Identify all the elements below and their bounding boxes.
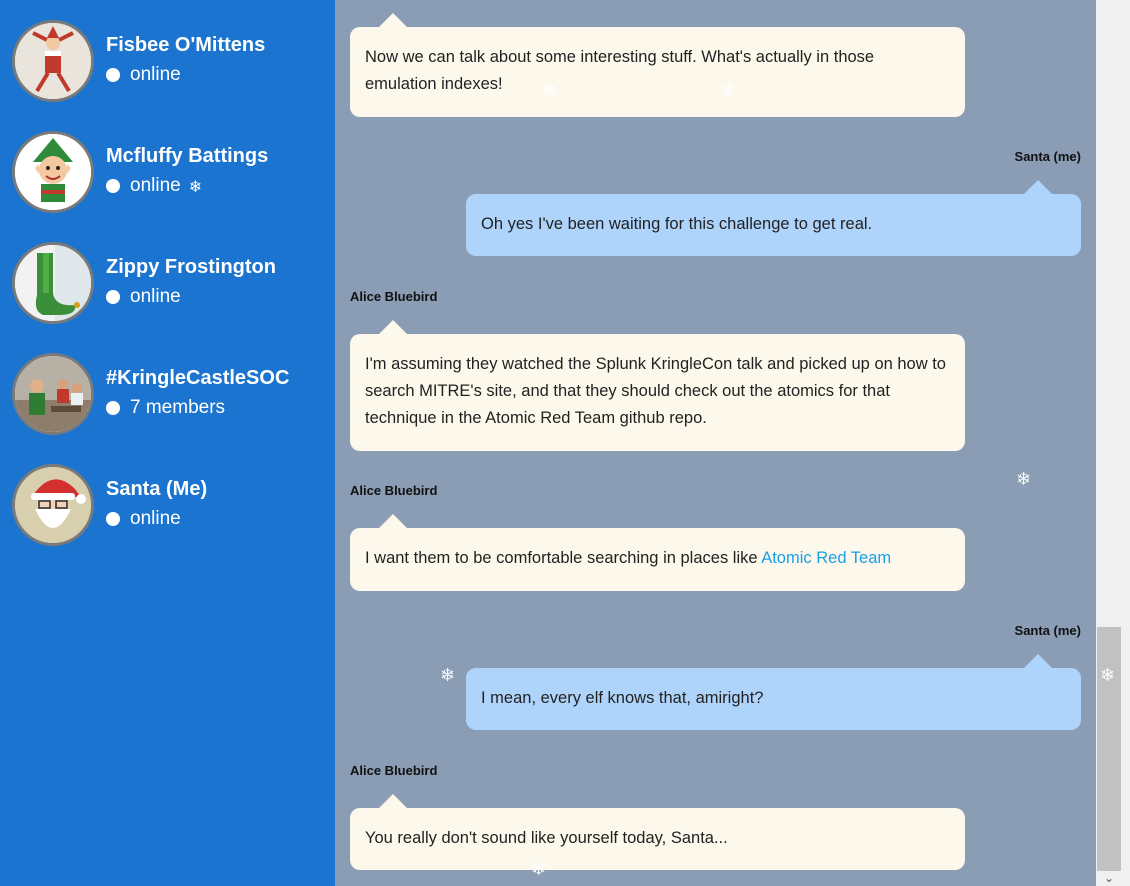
contact-kringlecastlesoc[interactable]: #KringleCastleSOC 7 members	[12, 353, 332, 437]
contact-name: Mcfluffy Battings	[106, 145, 269, 167]
avatar	[12, 20, 94, 102]
snowflake-icon: ❄	[542, 80, 558, 101]
scrollbar[interactable]: ⌄ ❄	[1096, 0, 1130, 886]
chat-thread[interactable]: Now we can talk about some interesting s…	[335, 0, 1096, 886]
contact-name: Santa (Me)	[106, 478, 208, 500]
snowflake-icon: ❄	[1100, 665, 1116, 686]
status-text: online	[130, 508, 181, 529]
message-text: You really don't sound like yourself tod…	[365, 829, 728, 847]
contact-status: online	[106, 286, 181, 308]
message-outgoing: Oh yes I've been waiting for this challe…	[466, 180, 1081, 256]
snowflake-icon: ❄	[1016, 469, 1032, 490]
contact-mcfluffy[interactable]: Mcfluffy Battings online ❄	[12, 131, 332, 215]
snowflake-icon: ❄	[721, 80, 737, 101]
online-indicator-icon	[106, 512, 120, 526]
avatar	[12, 353, 94, 435]
message-incoming: I'm assuming they watched the Splunk Kri…	[350, 320, 965, 451]
contact-status: online	[106, 508, 181, 530]
message-sender: Alice Bluebird	[350, 483, 438, 498]
status-text: 7 members	[130, 397, 226, 418]
elf-on-shelf-icon	[15, 23, 91, 99]
atomic-red-team-link[interactable]: Atomic Red Team	[761, 549, 891, 567]
group-photo-icon	[15, 356, 91, 432]
scroll-down-arrow-icon[interactable]: ⌄	[1097, 870, 1121, 886]
online-indicator-icon	[106, 68, 120, 82]
elf-cartoon-icon	[15, 134, 91, 210]
message-sender: Alice Bluebird	[350, 289, 438, 304]
members-indicator-icon	[106, 401, 120, 415]
online-indicator-icon	[106, 290, 120, 304]
message-sender: Santa (me)	[1014, 149, 1081, 164]
message-text: Now we can talk about some interesting s…	[365, 48, 875, 93]
message-text: I want them to be comfortable searching …	[365, 549, 762, 567]
message-incoming: I want them to be comfortable searching …	[350, 514, 965, 591]
message-incoming: You really don't sound like yourself tod…	[350, 794, 965, 870]
avatar	[12, 242, 94, 324]
contact-zippy[interactable]: Zippy Frostington online	[12, 242, 332, 326]
snowflake-icon: ❄	[440, 665, 456, 686]
contacts-sidebar: Fisbee O'Mittens online Mcfluffy Batting…	[0, 0, 335, 886]
contact-name: #KringleCastleSOC	[106, 367, 290, 389]
contact-status: online ❄	[106, 175, 202, 197]
snowflake-icon: ❄	[531, 859, 547, 880]
message-outgoing: I mean, every elf knows that, amiright?	[466, 654, 1081, 730]
elf-boots-icon	[15, 245, 91, 321]
status-text: online	[130, 286, 181, 307]
message-text: I mean, every elf knows that, amiright?	[481, 689, 764, 707]
snowflake-icon: ❄	[188, 176, 203, 196]
contact-status: 7 members	[106, 397, 225, 419]
scrollbar-thumb[interactable]	[1097, 627, 1121, 871]
contact-status: online	[106, 64, 181, 86]
avatar	[12, 131, 94, 213]
contact-name: Zippy Frostington	[106, 256, 276, 278]
message-incoming: Now we can talk about some interesting s…	[350, 13, 965, 117]
contact-santa[interactable]: Santa (Me) online	[12, 464, 332, 548]
santa-icon	[15, 467, 91, 543]
message-text: I'm assuming they watched the Splunk Kri…	[365, 355, 946, 427]
message-sender: Santa (me)	[1014, 623, 1081, 638]
status-text: online	[130, 175, 181, 196]
message-sender: Alice Bluebird	[350, 763, 438, 778]
status-text: online	[130, 64, 181, 85]
online-indicator-icon	[106, 179, 120, 193]
contact-fisbee[interactable]: Fisbee O'Mittens online	[12, 20, 332, 104]
contact-name: Fisbee O'Mittens	[106, 34, 266, 56]
message-text: Oh yes I've been waiting for this challe…	[481, 215, 873, 233]
avatar	[12, 464, 94, 546]
